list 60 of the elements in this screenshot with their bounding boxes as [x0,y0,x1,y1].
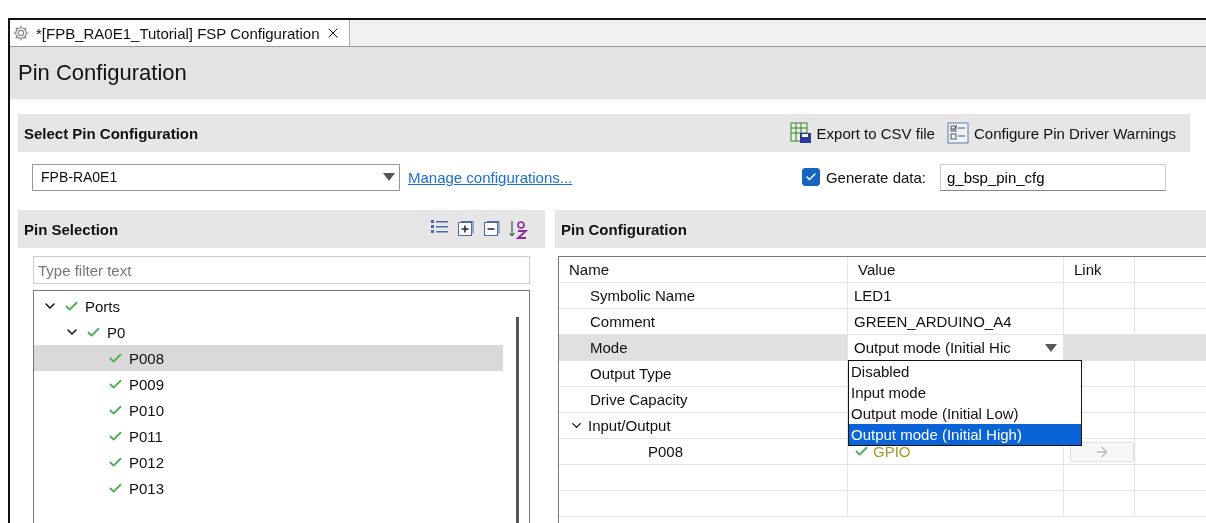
dropdown-value: FPB-RA0E1 [41,169,118,185]
dropdown-arrow-icon[interactable] [1045,343,1057,352]
filter-field[interactable]: Type filter text [33,256,530,284]
panel-title: Pin Selection [24,220,120,238]
table-row[interactable]: Mode Output mode (Initial Hic [559,335,1206,361]
collapse-all-icon[interactable] [483,219,501,237]
checklist-icon [946,122,969,144]
tree-item[interactable]: P010 [34,397,503,423]
editor-tab[interactable]: *[FPB_RA0E1_Tutorial] FSP Configuration [10,20,351,46]
tree-item-label: P010 [129,401,165,419]
input-field[interactable]: g_bsp_pin_cfg [940,163,1166,191]
tree-item[interactable]: P013 [34,475,503,501]
spreadsheet-save-icon [789,122,812,144]
table-cell: Input/Output [588,417,671,434]
table-row[interactable]: Symbolic Name LED1 [559,283,1206,309]
tree-item-label: P012 [129,453,165,471]
tree-item-label: P0 [107,323,126,341]
page-title: Pin Configuration [10,47,1206,100]
dropdown-arrow-icon[interactable] [383,173,395,181]
list-icon[interactable] [431,219,449,235]
table-cell: Output Type [590,365,672,382]
tree-item[interactable]: P008 [34,345,503,371]
section-title: Select Pin Configuration [24,124,200,142]
checkbox-label: Generate data: [825,168,926,186]
tree-item[interactable]: P0 [34,319,503,345]
column-header: Name [559,257,848,282]
table-cell: Drive Capacity [590,391,688,408]
column-header: Value [848,257,1064,282]
table-cell: Mode [590,339,628,356]
configuration-dropdown[interactable]: FPB-RA0E1 [32,163,400,191]
tree-item[interactable]: P011 [34,423,503,449]
table-cell: LED1 [854,287,892,304]
checkbox[interactable] [801,168,820,186]
table-cell: Output mode (Initial Hic [854,339,1011,356]
tree-item-label: P011 [129,427,163,445]
panel-title: Pin Configuration [561,220,688,238]
table-cell: P008 [648,443,684,460]
gear-icon [12,24,30,42]
dropdown-option[interactable]: Output mode (Initial High) [849,424,1081,445]
toolbar-button[interactable]: Export to CSV file [789,122,935,144]
manage-configurations-link[interactable]: Manage configurations... [408,168,573,186]
tree-item-label: Ports [85,297,120,315]
sort-alphabetical-icon[interactable] [509,219,531,239]
scrollbar[interactable] [516,317,519,523]
table-cell: Comment [590,313,656,330]
toolbar-button[interactable]: Configure Pin Driver Warnings [946,122,1176,144]
tree-item[interactable]: P009 [34,371,503,397]
tree-item[interactable]: P012 [34,449,503,475]
table-cell: Symbolic Name [590,287,696,304]
tree-item-label: P009 [129,375,165,393]
link-button[interactable] [1070,441,1134,462]
table-cell: GPIO [873,443,911,460]
tree-item-label: P013 [129,479,165,497]
check-icon [804,171,817,183]
tab-title: *[FPB_RA0E1_Tutorial] FSP Configuration [36,24,320,42]
tree-item[interactable]: Ports [34,293,503,319]
expand-all-icon[interactable] [457,219,475,237]
table-cell: GREEN_ARDUINO_A4 [854,313,1012,330]
tree-item-label: P008 [129,349,165,367]
column-header: Link [1064,257,1135,282]
